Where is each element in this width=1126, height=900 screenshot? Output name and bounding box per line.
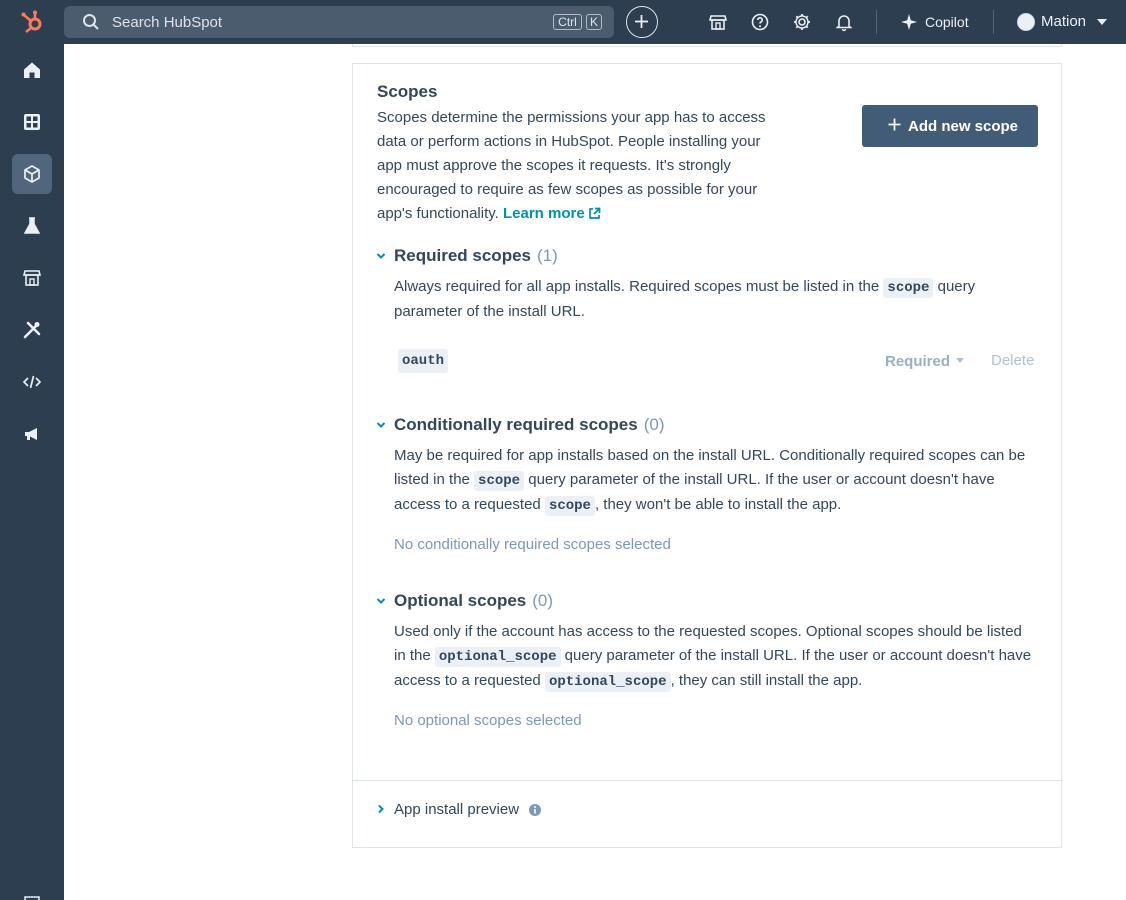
scopes-card: Scopes Scopes determine the permissions …	[352, 63, 1062, 848]
code-icon	[22, 375, 42, 389]
home-icon	[24, 62, 40, 78]
delete-scope-button[interactable]: Delete	[991, 352, 1034, 369]
plus-icon	[888, 118, 901, 131]
scopes-title: Scopes	[377, 82, 438, 101]
scope-type-dropdown[interactable]: Required	[885, 353, 965, 370]
chevron-down-icon	[956, 358, 965, 363]
sidebar-item-home[interactable]	[12, 50, 52, 90]
optional-scopes-empty: No optional scopes selected	[394, 712, 582, 729]
avatar	[1017, 13, 1035, 31]
external-link-icon	[588, 207, 601, 219]
copilot-label: Copilot	[925, 14, 969, 30]
optional-scopes-count: (0)	[532, 591, 554, 610]
previous-card-edge	[352, 44, 1062, 47]
add-new-scope-label: Add new scope	[908, 118, 1019, 135]
account-name: Mation	[1041, 13, 1087, 30]
scope-code: scope	[544, 496, 595, 516]
notifications-bell-icon[interactable]	[834, 12, 854, 32]
optional-scope-code: optional_scope	[544, 672, 671, 692]
toolbar-divider	[993, 10, 994, 34]
cube-icon	[24, 165, 40, 183]
scope-code: scope	[883, 278, 934, 298]
marketplace-icon	[22, 270, 42, 286]
shortcut-ctrl-key: Ctrl	[553, 14, 582, 30]
learn-more-link[interactable]: Learn more	[503, 205, 601, 222]
scope-tag-oauth: oauth	[398, 349, 449, 373]
create-new-button[interactable]	[626, 6, 658, 38]
add-new-scope-button[interactable]: Add new scope	[862, 105, 1038, 147]
sidebar-item-marketing[interactable]	[12, 414, 52, 454]
chevron-down-icon[interactable]	[375, 595, 387, 607]
toolbar-divider	[876, 10, 877, 34]
required-scopes-count: (1)	[537, 246, 558, 265]
search-icon	[83, 14, 99, 30]
sidebar-item-tools[interactable]	[12, 310, 52, 350]
divider	[353, 780, 1061, 781]
search-placeholder: Search HubSpot	[112, 14, 223, 31]
app-install-preview-label: App install preview	[394, 801, 520, 818]
help-icon[interactable]	[750, 12, 770, 32]
sidebar-item-dashboard[interactable]	[12, 102, 52, 142]
sparkle-icon	[901, 14, 917, 30]
conditional-scopes-header[interactable]: Conditionally required scopes (0)	[394, 415, 665, 435]
chevron-right-icon	[378, 804, 384, 814]
chevron-down-icon[interactable]	[375, 250, 387, 262]
optional-scopes-description: Used only if the account has access to t…	[394, 623, 1032, 692]
conditional-scopes-empty: No conditionally required scopes selecte…	[394, 536, 671, 553]
search-input[interactable]: Search HubSpot Ctrl K	[64, 6, 614, 38]
conditional-scopes-description: May be required for app installs based o…	[394, 447, 1026, 516]
optional-scope-code: optional_scope	[434, 647, 561, 667]
hubspot-logo-icon[interactable]	[20, 9, 46, 35]
settings-gear-icon[interactable]	[792, 12, 812, 32]
sidebar-item-expand[interactable]	[12, 884, 52, 900]
scope-code: scope	[474, 471, 525, 491]
megaphone-icon	[25, 428, 37, 440]
dashboard-icon	[24, 114, 40, 130]
sidebar-item-development[interactable]	[12, 154, 52, 194]
shortcut-k-key: K	[586, 14, 602, 30]
chevron-down-icon[interactable]	[375, 419, 387, 431]
conditional-scopes-count: (0)	[643, 415, 665, 434]
tools-icon	[23, 321, 41, 339]
sidebar-item-code[interactable]	[12, 362, 52, 402]
optional-scopes-header[interactable]: Optional scopes (0)	[394, 591, 553, 611]
sidebar-item-marketplace[interactable]	[12, 258, 52, 298]
left-sidebar	[0, 44, 64, 900]
sidebar-item-labs[interactable]	[12, 206, 52, 246]
marketplace-icon[interactable]	[708, 12, 728, 32]
required-scopes-header[interactable]: Required scopes (1)	[394, 246, 558, 266]
top-navigation-bar: Search HubSpot Ctrl K Copilot Mation	[0, 0, 1126, 44]
chevron-down-icon	[1097, 19, 1107, 25]
info-icon[interactable]	[528, 803, 542, 817]
expand-sidebar-icon	[24, 896, 40, 900]
plus-icon	[635, 15, 648, 28]
required-scopes-description: Always required for all app installs. Re…	[394, 278, 976, 320]
scopes-description: Scopes determine the permissions your ap…	[377, 109, 766, 222]
flask-icon	[23, 217, 41, 234]
